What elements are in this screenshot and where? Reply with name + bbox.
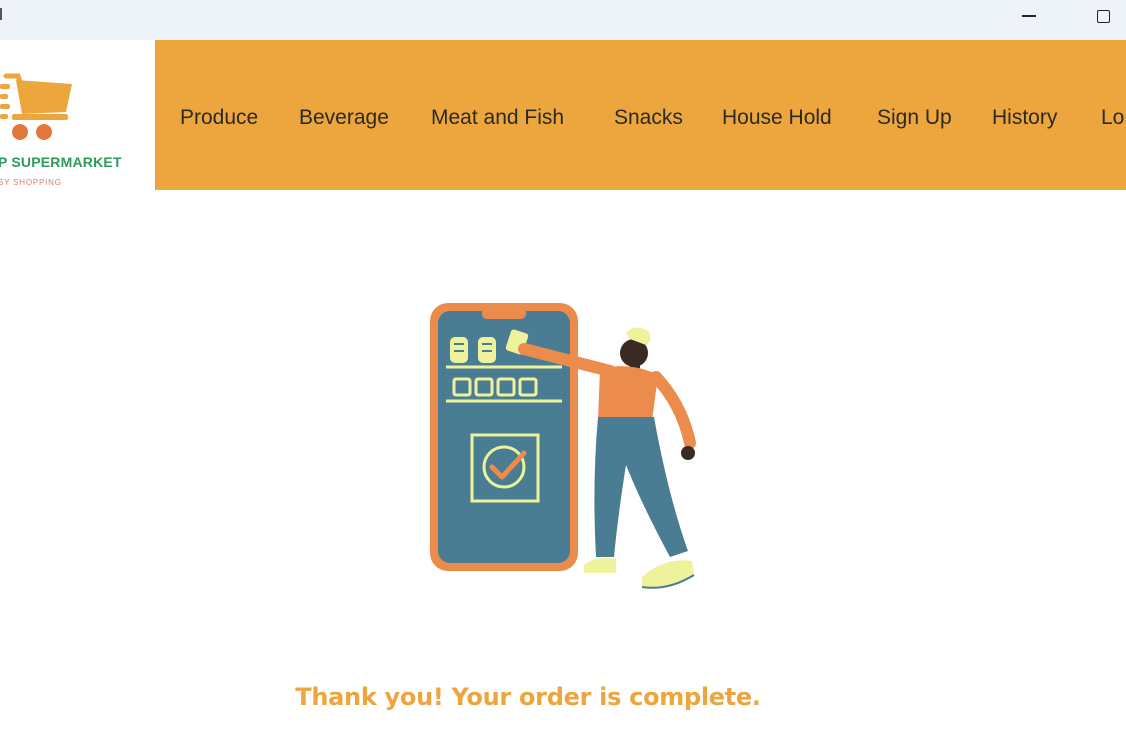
window-title-bar [0,0,1126,40]
minimize-button[interactable] [1006,0,1052,32]
nav-history[interactable]: History [992,106,1057,130]
logo-name: P SUPERMARKET [0,154,122,170]
store-logo[interactable]: P SUPERMARKET SY SHOPPING [0,40,155,190]
nav-meat-and-fish[interactable]: Meat and Fish [431,106,564,130]
minimize-icon [1022,15,1036,17]
main-navigation: Produce Beverage Meat and Fish Snacks Ho… [155,40,1126,190]
nav-house-hold[interactable]: House Hold [722,106,832,130]
logo-tagline: SY SHOPPING [0,178,62,187]
nav-logout[interactable]: Lo [1101,106,1124,130]
maximize-icon [1096,9,1110,23]
order-complete-illustration [430,303,696,589]
order-complete-message: Thank you! Your order is complete. [295,683,761,711]
nav-beverage[interactable]: Beverage [299,106,389,130]
nav-produce[interactable]: Produce [180,106,258,130]
nav-sign-up[interactable]: Sign Up [877,106,952,130]
maximize-button[interactable] [1080,0,1126,32]
nav-snacks[interactable]: Snacks [614,106,683,130]
window-edge-mark [0,8,2,20]
